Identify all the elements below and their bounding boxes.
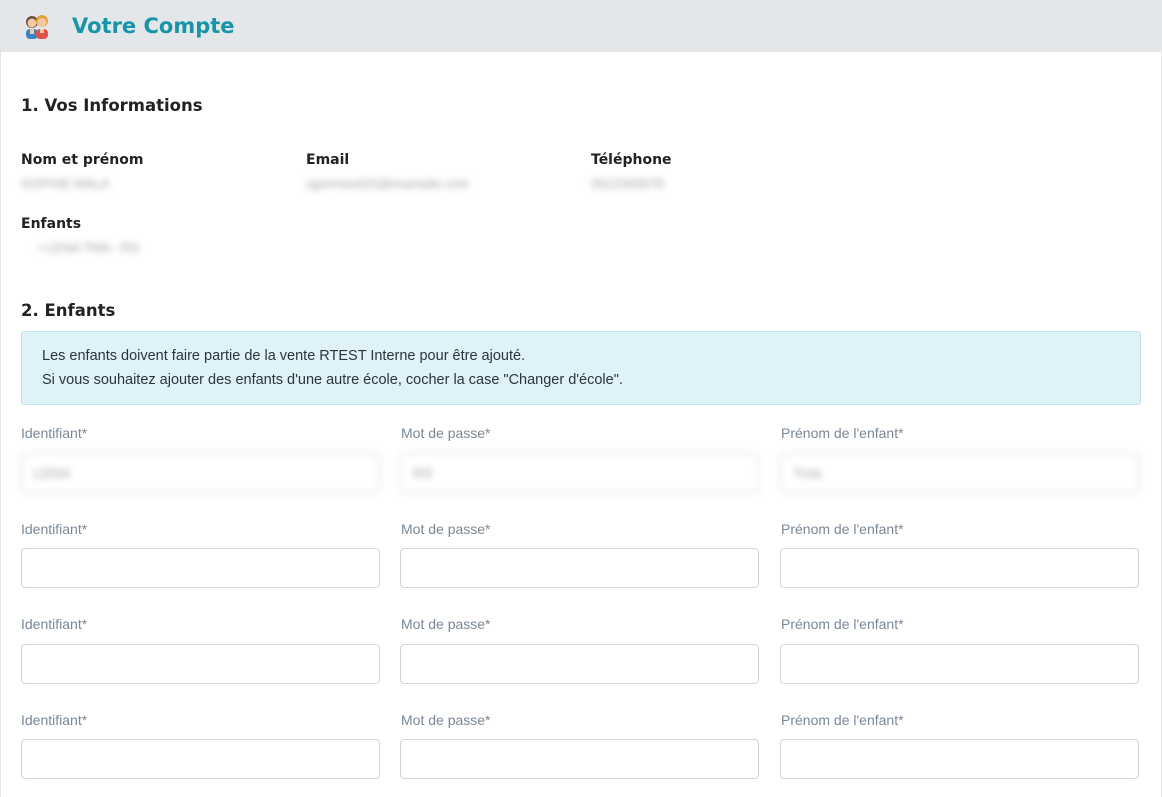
password-input[interactable] — [400, 453, 759, 493]
password-label: Mot de passe* — [401, 425, 491, 441]
page-title: Votre Compte — [72, 14, 235, 38]
phone-value: 0612345678 — [591, 176, 664, 191]
password-input[interactable] — [400, 644, 759, 684]
child-firstname-input[interactable] — [780, 453, 1139, 493]
child-firstname-label: Prénom de l'enfant* — [781, 521, 904, 537]
child-firstname-label: Prénom de l'enfant* — [781, 425, 904, 441]
phone-label: Téléphone — [591, 152, 672, 168]
email-label: Email — [306, 152, 350, 168]
alert-line-2: Si vous souhaitez ajouter des enfants d'… — [42, 372, 623, 388]
password-input[interactable] — [400, 548, 759, 588]
identifier-input[interactable] — [21, 644, 380, 684]
child-firstname-label: Prénom de l'enfant* — [781, 616, 904, 632]
alert-line-1: Les enfants doivent faire partie de la v… — [42, 348, 526, 364]
child-firstname-label: Prénom de l'enfant* — [781, 712, 904, 728]
children-value: • LENA TMA - RS — [38, 240, 140, 255]
password-input[interactable] — [400, 739, 759, 779]
identifier-input[interactable] — [21, 548, 380, 588]
identifier-label: Identifiant* — [21, 616, 88, 632]
section-title-info: 1. Vos Informations — [21, 96, 203, 115]
identifier-label: Identifiant* — [21, 521, 88, 537]
account-card — [0, 52, 1162, 797]
name-value: SOPHIE MALA — [21, 176, 110, 191]
email-value: sgormand15@example.com — [306, 176, 469, 191]
identifier-input[interactable] — [21, 453, 380, 493]
page-header: Votre Compte — [0, 0, 1162, 52]
identifier-label: Identifiant* — [21, 425, 88, 441]
children-label: Enfants — [21, 216, 82, 232]
password-label: Mot de passe* — [401, 712, 491, 728]
name-label: Nom et prénom — [21, 152, 144, 168]
info-alert: Les enfants doivent faire partie de la v… — [21, 331, 1141, 405]
parents-icon — [26, 15, 48, 39]
child-firstname-input[interactable] — [780, 548, 1139, 588]
password-label: Mot de passe* — [401, 616, 491, 632]
identifier-input[interactable] — [21, 739, 380, 779]
section-title-children: 2. Enfants — [21, 301, 116, 320]
identifier-label: Identifiant* — [21, 712, 88, 728]
password-label: Mot de passe* — [401, 521, 491, 537]
child-firstname-input[interactable] — [780, 644, 1139, 684]
child-firstname-input[interactable] — [780, 739, 1139, 779]
